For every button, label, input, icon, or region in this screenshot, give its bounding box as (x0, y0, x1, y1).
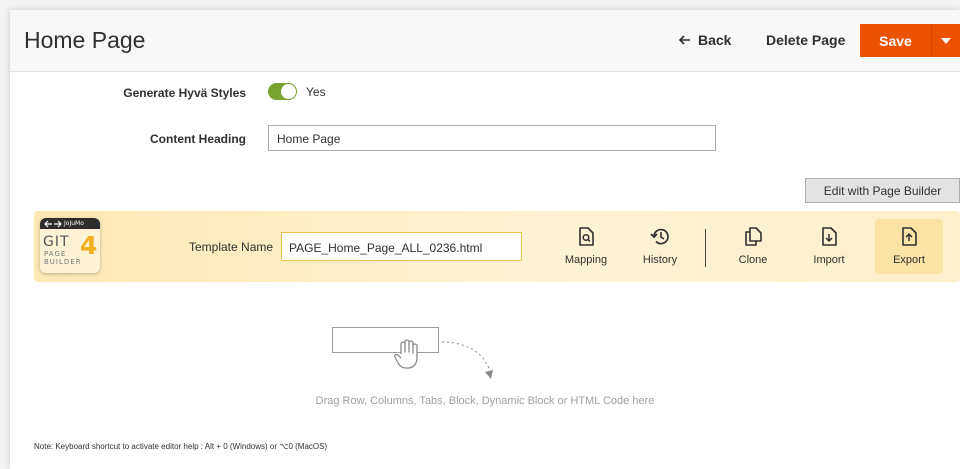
git4-toolbar: JoJuMo GIT 4 PAGE BUILDER Template Name … (34, 211, 960, 282)
content-heading-input[interactable]: Home Page (268, 125, 716, 151)
hyva-styles-toggle[interactable] (268, 83, 297, 100)
template-name-input[interactable]: PAGE_Home_Page_ALL_0236.html (281, 232, 522, 261)
back-label: Back (698, 32, 732, 48)
logo-git: GIT (43, 234, 70, 250)
dashed-arrow-icon (441, 341, 493, 379)
mapping-icon (579, 227, 594, 246)
drop-zone-text: Drag Row, Columns, Tabs, Block, Dynamic … (315, 395, 655, 407)
history-icon (650, 228, 669, 245)
save-dropdown-toggle[interactable] (931, 24, 960, 57)
clone-icon (745, 227, 762, 246)
hand-drag-icon (394, 339, 418, 369)
clone-button[interactable]: Clone (720, 227, 786, 266)
logo-four: 4 (80, 231, 98, 260)
hyva-styles-label: Generate Hyvä Styles (123, 86, 246, 100)
caret-down-icon (941, 37, 951, 44)
import-button[interactable]: Import (796, 227, 862, 266)
history-button[interactable]: History (627, 227, 693, 266)
logo-builder: BUILDER (44, 258, 82, 266)
back-button[interactable]: Back (679, 32, 731, 48)
export-label: Export (893, 254, 925, 266)
logo-page: PAGE (44, 250, 67, 258)
edit-with-page-builder-button[interactable]: Edit with Page Builder (805, 178, 960, 203)
page-title: Home Page (24, 27, 146, 53)
mapping-label: Mapping (564, 254, 608, 266)
template-name-label: Template Name (189, 240, 274, 254)
export-button[interactable]: Export (876, 227, 942, 266)
mapping-button[interactable]: Mapping (553, 227, 619, 266)
delete-page-button[interactable]: Delete Page (766, 32, 845, 48)
clone-label: Clone (738, 254, 768, 266)
arrow-left-icon (679, 35, 690, 45)
content-heading-label: Content Heading (150, 132, 246, 146)
import-icon (822, 227, 837, 246)
export-icon (902, 227, 917, 246)
page-editor-panel: Home Page Back Delete Page Save Generate… (10, 10, 960, 469)
git4-logo: JoJuMo GIT 4 PAGE BUILDER (40, 218, 100, 273)
import-label: Import (813, 254, 845, 266)
history-label: History (642, 254, 678, 266)
logo-page-builder: PAGE BUILDER (44, 250, 82, 266)
hyva-styles-value: Yes (306, 85, 326, 99)
save-button[interactable]: Save (860, 24, 931, 57)
toolbar-divider (705, 229, 706, 267)
keyboard-shortcut-note: Note: Keyboard shortcut to activate edit… (34, 442, 328, 451)
logo-arrows-icon (44, 220, 62, 228)
toggle-knob (281, 84, 296, 99)
page-header: Home Page Back Delete Page Save (10, 10, 960, 72)
drop-zone-placeholder (332, 327, 439, 353)
